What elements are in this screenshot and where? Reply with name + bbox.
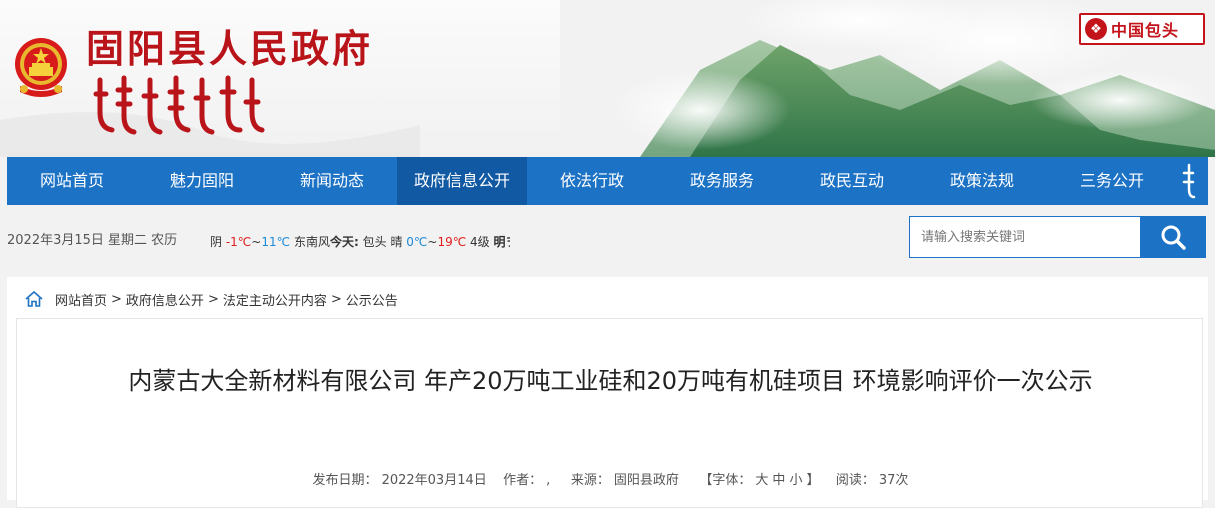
source-label: 来源： xyxy=(570,473,610,488)
temp-sep-today: ~ xyxy=(427,235,438,249)
temp-high-today: 19℃ xyxy=(437,235,467,249)
weather-condition-today: 晴 xyxy=(390,235,403,249)
nav-item-gov-info[interactable]: 政府信息公开 xyxy=(397,157,527,205)
nav-item-home[interactable]: 网站首页 xyxy=(7,157,137,205)
today-label: 今天: xyxy=(329,235,359,249)
site-title: 固阳县人民政府 xyxy=(86,26,374,71)
wind-level: 4级 xyxy=(470,235,490,249)
source: 固阳县政府 xyxy=(613,473,679,488)
article-card: 内蒙古大全新材料有限公司 年产20万吨工业硅和20万吨有机硅项目 环境影响评价一… xyxy=(16,318,1203,508)
temp-low: -1℃ xyxy=(225,235,252,249)
breadcrumb-separator: > xyxy=(111,291,122,307)
font-size-label: 【字体： xyxy=(699,473,752,488)
nav-item-news[interactable]: 新闻动态 xyxy=(267,157,397,205)
weather-city: 包头 xyxy=(362,235,387,249)
article-title: 内蒙古大全新材料有限公司 年产20万吨工业硅和20万吨有机硅项目 环境影响评价一… xyxy=(128,367,1093,395)
publish-date-label: 发布日期： xyxy=(312,473,378,488)
author-label: 作者： xyxy=(503,473,543,488)
font-size-small-button[interactable]: 小 xyxy=(789,473,802,488)
current-date: 2022年3月15日 星期二 农历 xyxy=(7,233,178,248)
breadcrumb-home[interactable]: 网站首页 xyxy=(55,290,107,309)
nav-item-charm[interactable]: 魅力固阳 xyxy=(137,157,267,205)
baotou-logo-icon: ❖ xyxy=(1085,18,1107,40)
content-panel: 网站首页 > 政府信息公开 > 法定主动公开内容 > 公示公告 内蒙古大全新材料… xyxy=(7,277,1208,508)
mongolian-script-logo xyxy=(93,75,265,135)
views-label: 阅读： xyxy=(835,473,875,488)
search-button[interactable] xyxy=(1140,217,1205,257)
views-count: 37次 xyxy=(878,473,909,488)
nav-item-policy[interactable]: 政策法规 xyxy=(917,157,1047,205)
wind-direction: 东南风 xyxy=(293,235,330,249)
tomorrow-label: 明ヲ xyxy=(493,235,510,249)
mongolian-nav-icon[interactable] xyxy=(1182,163,1196,199)
breadcrumb-legal-disclosure[interactable]: 法定主动公开内容 xyxy=(223,290,327,309)
site-header: 固阳县人民政府 ❖ 中国包头 xyxy=(0,0,1215,157)
temp-sep: ~ xyxy=(251,235,262,249)
temp-high: 11℃ xyxy=(261,235,291,249)
main-nav: 网站首页 魅力固阳 新闻动态 政府信息公开 依法行政 政务服务 政民互动 政策法… xyxy=(7,157,1208,205)
weather-ticker: 阴 -1℃~11℃ 东南风今天: 包头 晴 0℃~19℃ 4级 明ヲ xyxy=(210,233,510,250)
nav-item-interaction[interactable]: 政民互动 xyxy=(787,157,917,205)
search-icon xyxy=(1161,225,1186,250)
publish-date: 2022年03月14日 xyxy=(381,473,487,488)
nav-item-three-affairs[interactable]: 三务公开 xyxy=(1047,157,1177,205)
font-size-close: 】 xyxy=(806,473,820,488)
china-baotou-badge[interactable]: ❖ 中国包头 xyxy=(1079,13,1205,45)
temp-low-today: 0℃ xyxy=(406,235,428,249)
font-size-large-button[interactable]: 大 xyxy=(755,473,768,488)
breadcrumb: 网站首页 > 政府信息公开 > 法定主动公开内容 > 公示公告 xyxy=(25,290,398,309)
national-emblem-icon xyxy=(15,38,67,97)
weather-condition: 阴 xyxy=(210,235,223,249)
breadcrumb-gov-info[interactable]: 政府信息公开 xyxy=(126,290,204,309)
font-size-medium-button[interactable]: 中 xyxy=(772,473,785,488)
home-icon xyxy=(25,291,43,307)
breadcrumb-announcements[interactable]: 公示公告 xyxy=(346,290,398,309)
author: , xyxy=(546,473,551,488)
nav-item-law[interactable]: 依法行政 xyxy=(527,157,657,205)
info-bar: 2022年3月15日 星期二 农历 阴 -1℃~11℃ 东南风今天: 包头 晴 … xyxy=(0,205,1215,275)
nav-item-services[interactable]: 政务服务 xyxy=(657,157,787,205)
breadcrumb-separator: > xyxy=(330,291,342,307)
search-box xyxy=(909,216,1206,258)
search-input[interactable] xyxy=(910,217,1140,257)
article-meta: 发布日期： 2022年03月14日 作者：, 来源： 固阳县政府 【字体：大中小】 … xyxy=(17,469,1204,488)
breadcrumb-separator: > xyxy=(207,291,219,307)
badge-label: 中国包头 xyxy=(1111,21,1180,40)
